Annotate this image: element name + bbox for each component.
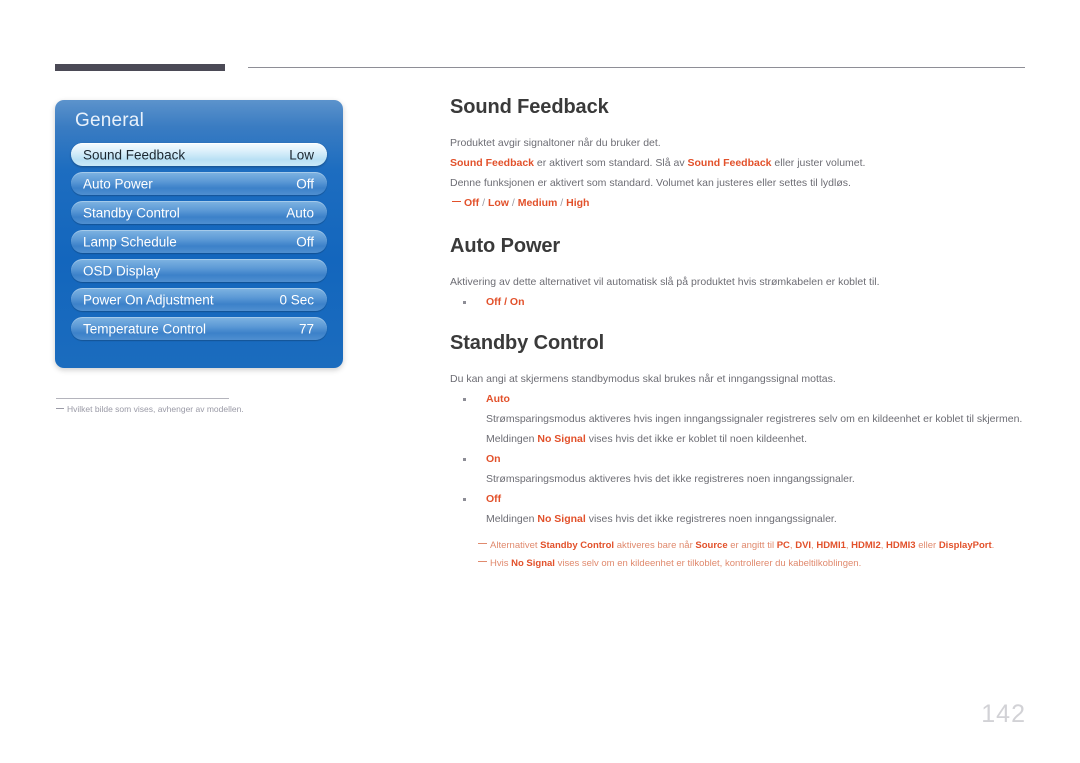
osd-row-label: Auto Power (83, 176, 153, 191)
tail-note: Alternativet Standby Control aktiveres b… (478, 537, 1030, 555)
section-title: Auto Power (450, 235, 561, 257)
bullet-text: Meldingen (486, 513, 538, 525)
bullet-head: Auto (450, 389, 1030, 409)
tail-note: Hvis No Signal vises selv om en kildeenh… (478, 555, 1030, 573)
osd-row-value: 0 Sec (279, 292, 314, 307)
section-sound-feedback: Sound Feedback Produktet avgir signalton… (450, 96, 1030, 213)
bullet-list: Off / On (450, 292, 1030, 312)
note-dash-icon (56, 408, 64, 410)
paragraph: Sound Feedback er aktivert som standard.… (450, 153, 1030, 173)
osd-row-osd-display[interactable]: OSD Display (71, 259, 327, 282)
osd-menu-panel: General Sound Feedback Low Auto Power Of… (55, 100, 343, 368)
accent-term: Sound Feedback (687, 157, 772, 169)
osd-row-power-on-adjustment[interactable]: Power On Adjustment 0 Sec (71, 288, 327, 311)
osd-row-auto-power[interactable]: Auto Power Off (71, 172, 327, 195)
section-title: Sound Feedback (450, 96, 609, 118)
accent-term: HDMI3 (886, 540, 916, 551)
note-text: Alternativet (490, 540, 541, 551)
option-value: Off (464, 197, 480, 209)
note-text: Hvis (490, 558, 512, 569)
note-dash-icon (452, 201, 461, 203)
bullet-head: On (450, 449, 1030, 469)
note-dash-icon (478, 561, 487, 563)
osd-row-standby-control[interactable]: Standby Control Auto (71, 201, 327, 224)
paragraph-text: eller juster volumet. (771, 157, 866, 169)
bullet-text: vises hvis det ikke er koblet til noen k… (585, 433, 807, 445)
accent-term: No Signal (537, 513, 586, 525)
paragraph-text: er aktivert som standard. Slå av (534, 157, 688, 169)
osd-row-value: Off (296, 234, 314, 249)
osd-row-value: Auto (286, 205, 314, 220)
bullet-body: Strømsparingsmodus aktiveres hvis det ik… (486, 473, 855, 485)
accent-term: DVI (795, 540, 812, 551)
accent-term: DisplayPort (938, 540, 992, 551)
osd-row-value: Low (289, 147, 314, 162)
page-number: 142 (981, 700, 1026, 728)
section-title: Standby Control (450, 332, 605, 354)
paragraph: Du kan angi at skjermens standbymodus sk… (450, 373, 836, 385)
bullet-text: vises hvis det ikke registreres noen inn… (585, 513, 837, 525)
accent-term: HDMI2 (851, 540, 881, 551)
list-item: Off / On (450, 292, 1030, 312)
list-item: Off Meldingen No Signal vises hvis det i… (450, 489, 1030, 529)
bullet-list: Auto Strømsparingsmodus aktiveres hvis i… (450, 389, 1030, 529)
osd-row-value: 77 (298, 321, 314, 336)
panel-footnote-rule (56, 398, 229, 399)
list-item: On Strømsparingsmodus aktiveres hvis det… (450, 449, 1030, 489)
panel-footnote: Hvilket bilde som vises, avhenger av mod… (56, 404, 356, 414)
bullet-text: Meldingen (486, 433, 538, 445)
note-text: aktiveres bare når (614, 540, 696, 551)
osd-row-label: Standby Control (83, 205, 180, 220)
accent-term: Standby Control (540, 540, 615, 551)
content-column: Sound Feedback Produktet avgir signalton… (450, 96, 1030, 573)
section-standby-control: Standby Control Du kan angi at skjermens… (450, 332, 1030, 573)
bullet-head: Off (450, 489, 1030, 509)
osd-row-temperature-control[interactable]: Temperature Control 77 (71, 317, 327, 340)
accent-term: No Signal (537, 433, 586, 445)
accent-term: Sound Feedback (450, 157, 535, 169)
list-item: Auto Strømsparingsmodus aktiveres hvis i… (450, 389, 1030, 449)
osd-row-sound-feedback[interactable]: Sound Feedback Low (71, 143, 327, 166)
osd-row-label: OSD Display (83, 263, 161, 278)
accent-term: Source (695, 540, 728, 551)
osd-menu-list: Sound Feedback Low Auto Power Off Standb… (71, 143, 327, 346)
header-rule-thin (248, 67, 1025, 68)
accent-term: HDMI1 (816, 540, 846, 551)
osd-row-lamp-schedule[interactable]: Lamp Schedule Off (71, 230, 327, 253)
paragraph: Denne funksjonen er aktivert som standar… (450, 177, 851, 189)
tail-notes: Alternativet Standby Control aktiveres b… (450, 537, 1030, 573)
bullet-body: Meldingen No Signal vises hvis det ikke … (450, 429, 1030, 449)
osd-row-label: Sound Feedback (83, 147, 186, 162)
option-value: Low (487, 197, 509, 209)
bullet-head: Off / On (450, 292, 1030, 312)
accent-term: PC (776, 540, 790, 551)
paragraph: Aktivering av dette alternativet vil aut… (450, 276, 880, 288)
note-text: eller (915, 540, 939, 551)
bullet-body: Meldingen No Signal vises hvis det ikke … (450, 509, 1030, 529)
panel-footnote-text: Hvilket bilde som vises, avhenger av mod… (67, 404, 244, 414)
options-note: Off / Low / Medium / High (450, 193, 1030, 213)
note-text: er angitt til (727, 540, 777, 551)
osd-row-label: Lamp Schedule (83, 234, 177, 249)
section-auto-power: Auto Power Aktivering av dette alternati… (450, 235, 1030, 312)
note-dash-icon (478, 543, 487, 545)
osd-panel-title: General (75, 110, 144, 131)
option-value: High (566, 197, 590, 209)
osd-row-value: Off (296, 176, 314, 191)
osd-row-label: Power On Adjustment (83, 292, 214, 307)
option-value: Medium (517, 197, 558, 209)
header-rule-thick (55, 64, 225, 71)
accent-term: No Signal (511, 558, 555, 569)
note-text: vises selv om en kildeenhet er tilkoblet… (554, 558, 862, 569)
note-text: . (991, 540, 995, 551)
paragraph: Produktet avgir signaltoner når du bruke… (450, 137, 661, 149)
bullet-body: Strømsparingsmodus aktiveres hvis ingen … (486, 413, 1023, 425)
osd-row-label: Temperature Control (83, 321, 207, 336)
